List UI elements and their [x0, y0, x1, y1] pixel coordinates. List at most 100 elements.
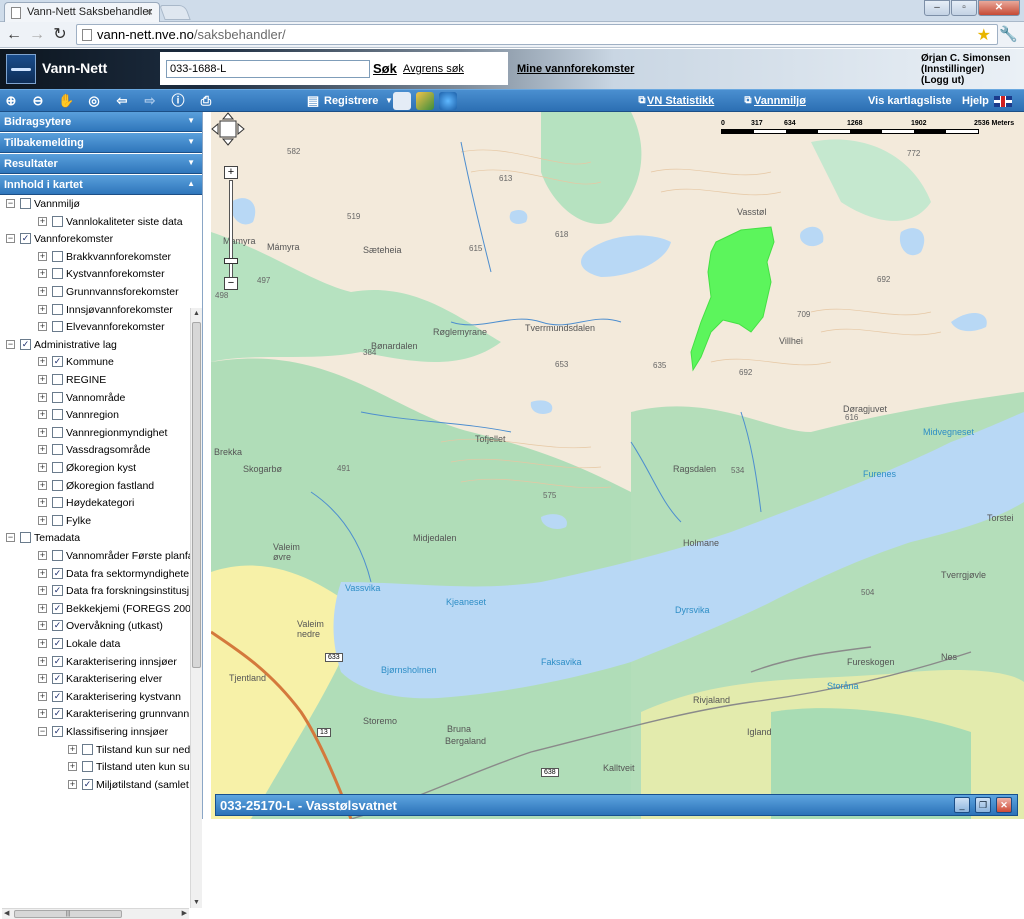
zoom-in-icon[interactable]: ⊕	[3, 93, 19, 109]
layer-checkbox[interactable]	[52, 514, 63, 526]
panel-resultater[interactable]: Resultater ▼	[0, 154, 202, 174]
vannmiljo-link[interactable]: Vannmiljø	[754, 95, 806, 107]
expand-icon[interactable]: +	[38, 480, 47, 490]
layer-checkbox[interactable]: ✓	[52, 602, 63, 614]
full-extent-icon[interactable]: ◎	[86, 93, 102, 109]
layer-checkbox[interactable]	[20, 532, 31, 544]
my-waterbodies-link[interactable]: Mine vannforekomster	[517, 63, 634, 75]
scrollbar-thumb[interactable]	[192, 322, 201, 668]
scrollbar-thumb[interactable]: |||	[14, 910, 122, 918]
tree-vertical-scrollbar[interactable]: ▲ ▼	[190, 308, 202, 908]
add-user-icon[interactable]	[439, 92, 457, 110]
layer-checkbox[interactable]	[52, 268, 63, 280]
expand-icon[interactable]: +	[38, 515, 47, 525]
layer-checkbox[interactable]: ✓	[52, 708, 63, 720]
collapse-icon[interactable]: −	[6, 234, 15, 244]
expand-icon[interactable]: +	[38, 269, 47, 279]
maximize-icon[interactable]: ▫	[951, 0, 977, 16]
expand-icon[interactable]: +	[38, 216, 47, 226]
expand-icon[interactable]: +	[38, 691, 47, 701]
panel-tilbakemelding[interactable]: Tilbakemelding ▼	[0, 133, 202, 153]
forward-arrow-icon[interactable]: →	[27, 25, 47, 45]
expand-icon[interactable]: +	[38, 498, 47, 508]
close-window-icon[interactable]: ✕	[978, 0, 1020, 16]
close-icon[interactable]: ✕	[996, 797, 1012, 813]
layer-checkbox[interactable]: ✓	[52, 638, 63, 649]
back-arrow-icon[interactable]: ←	[4, 25, 24, 45]
zoom-handle[interactable]	[224, 258, 238, 264]
expand-icon[interactable]: +	[38, 674, 47, 684]
panel-innhold-i-kartet[interactable]: Innhold i kartet ▲	[0, 175, 202, 195]
scroll-left-icon[interactable]: ◀	[4, 909, 9, 917]
layer-checkbox[interactable]: ✓	[52, 620, 63, 632]
layer-checkbox[interactable]	[52, 479, 63, 491]
layer-checkbox[interactable]: ✓	[52, 585, 63, 597]
search-input[interactable]	[166, 60, 370, 78]
layer-checkbox[interactable]	[52, 444, 63, 456]
layer-checkbox[interactable]	[52, 391, 63, 403]
expand-icon[interactable]: +	[38, 375, 47, 384]
expand-icon[interactable]: +	[38, 551, 47, 560]
layer-checkbox[interactable]	[52, 286, 63, 297]
layer-checkbox[interactable]	[52, 215, 63, 227]
print-icon[interactable]: ⎙	[198, 93, 214, 109]
layer-checkbox[interactable]	[52, 321, 63, 333]
settings-link[interactable]: (Innstillinger)	[921, 64, 1010, 75]
expand-icon[interactable]: +	[38, 251, 47, 261]
layer-checkbox[interactable]	[52, 426, 63, 438]
search-button[interactable]: Søk	[373, 61, 397, 76]
layer-checkbox[interactable]	[52, 303, 63, 315]
layer-checkbox[interactable]	[82, 761, 93, 773]
layer-checkbox[interactable]: ✓	[20, 233, 31, 245]
expand-icon[interactable]: +	[38, 322, 47, 332]
expand-icon[interactable]: +	[38, 427, 47, 437]
address-bar[interactable]: vann-nett.nve.no/saksbehandler/ ★	[76, 24, 998, 45]
map-view[interactable]: Mamyra Mámyra Sæteheia Røglemyrane Bønardale…	[211, 112, 1024, 819]
expand-icon[interactable]: +	[38, 463, 47, 472]
pan-hand-icon[interactable]: ✋	[58, 93, 74, 109]
layer-checkbox[interactable]	[52, 462, 63, 473]
collapse-icon[interactable]: −	[6, 199, 15, 208]
scroll-up-icon[interactable]: ▲	[193, 310, 200, 317]
vn-statistikk-link[interactable]: VN Statistikk	[647, 95, 714, 107]
layer-checkbox[interactable]	[82, 743, 93, 755]
info-icon[interactable]: ⓘ	[170, 93, 186, 109]
pan-control[interactable]	[211, 112, 245, 146]
collapse-icon[interactable]: −	[6, 533, 15, 543]
wrench-icon[interactable]: 🔧	[999, 25, 1018, 43]
expand-icon[interactable]: +	[38, 709, 47, 719]
layer-checkbox[interactable]	[52, 550, 63, 561]
layer-checkbox[interactable]: ✓	[52, 726, 63, 737]
expand-icon[interactable]: +	[38, 445, 47, 455]
layer-checkbox[interactable]: ✓	[20, 338, 31, 350]
layer-checkbox[interactable]: ✓	[52, 673, 63, 685]
help-button[interactable]: Hjelp	[962, 95, 989, 107]
reload-icon[interactable]: ↻	[50, 25, 70, 45]
zoom-out-button[interactable]: −	[224, 277, 238, 290]
collapse-icon[interactable]: −	[6, 339, 15, 349]
expand-icon[interactable]: +	[38, 656, 47, 666]
scroll-right-icon[interactable]: ▶	[182, 909, 187, 917]
expand-icon[interactable]: +	[38, 410, 47, 420]
layer-checkbox[interactable]: ✓	[52, 690, 63, 702]
minimize-icon[interactable]: –	[924, 0, 950, 16]
refine-search-link[interactable]: Avgrens søk	[403, 63, 464, 75]
zoom-slider[interactable]: + −	[224, 166, 238, 290]
collapse-icon[interactable]: −	[38, 727, 47, 736]
minimize-icon[interactable]: _	[954, 797, 970, 813]
zoom-in-button[interactable]: +	[224, 166, 238, 179]
browser-tab[interactable]: Vann-Nett Saksbehandler ×	[4, 2, 160, 22]
expand-icon[interactable]: +	[38, 357, 47, 367]
expand-icon[interactable]: +	[38, 304, 47, 314]
layer-checkbox[interactable]: ✓	[52, 567, 63, 579]
previous-extent-icon[interactable]: ⇦	[114, 93, 130, 109]
layer-checkbox[interactable]: ✓	[52, 356, 63, 368]
expand-icon[interactable]: +	[38, 392, 47, 402]
logout-link[interactable]: (Logg ut)	[921, 75, 1010, 86]
zoom-out-icon[interactable]: ⊖	[30, 93, 46, 109]
tree-horizontal-scrollbar[interactable]: ◀ ||| ▶	[2, 908, 189, 919]
expand-icon[interactable]: +	[38, 287, 47, 296]
layer-checkbox[interactable]	[52, 250, 63, 262]
restore-icon[interactable]: ❐	[975, 797, 991, 813]
layer-checkbox[interactable]	[52, 497, 63, 509]
